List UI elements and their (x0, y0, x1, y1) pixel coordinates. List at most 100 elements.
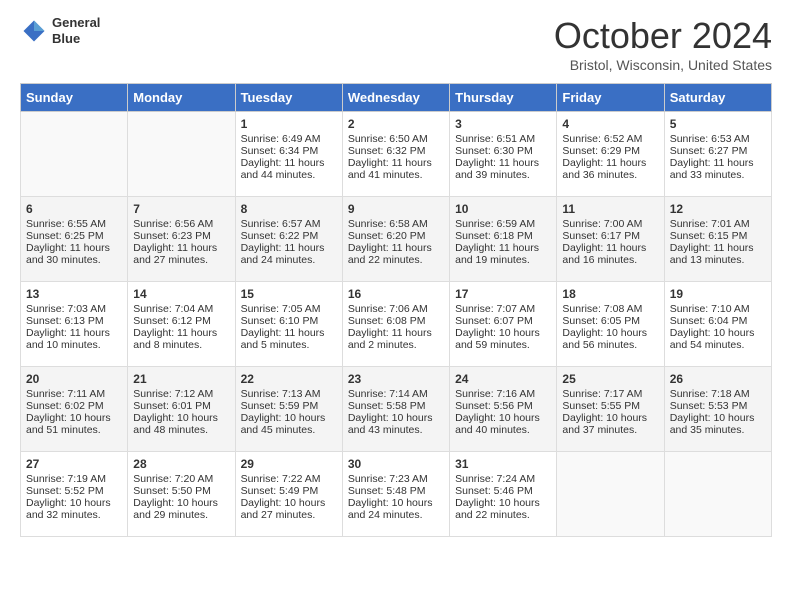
daylight-text: Daylight: 10 hours and 59 minutes. (455, 327, 551, 351)
calendar-cell: 15Sunrise: 7:05 AMSunset: 6:10 PMDayligh… (235, 282, 342, 367)
day-number: 7 (133, 202, 229, 216)
sunset-text: Sunset: 6:32 PM (348, 145, 444, 157)
calendar-cell: 30Sunrise: 7:23 AMSunset: 5:48 PMDayligh… (342, 452, 449, 537)
day-number: 16 (348, 287, 444, 301)
sunset-text: Sunset: 5:55 PM (562, 400, 658, 412)
calendar-cell: 6Sunrise: 6:55 AMSunset: 6:25 PMDaylight… (21, 197, 128, 282)
logo: General Blue (20, 15, 100, 46)
page-header: General Blue October 2024 Bristol, Wisco… (20, 15, 772, 73)
sunrise-text: Sunrise: 7:04 AM (133, 303, 229, 315)
sunrise-text: Sunrise: 7:19 AM (26, 473, 122, 485)
daylight-text: Daylight: 10 hours and 37 minutes. (562, 412, 658, 436)
calendar-cell: 7Sunrise: 6:56 AMSunset: 6:23 PMDaylight… (128, 197, 235, 282)
logo-icon (20, 17, 48, 45)
sunrise-text: Sunrise: 6:52 AM (562, 133, 658, 145)
daylight-text: Daylight: 11 hours and 2 minutes. (348, 327, 444, 351)
calendar-cell: 22Sunrise: 7:13 AMSunset: 5:59 PMDayligh… (235, 367, 342, 452)
calendar-cell: 13Sunrise: 7:03 AMSunset: 6:13 PMDayligh… (21, 282, 128, 367)
sunrise-text: Sunrise: 6:55 AM (26, 218, 122, 230)
sunset-text: Sunset: 5:50 PM (133, 485, 229, 497)
calendar-cell: 18Sunrise: 7:08 AMSunset: 6:05 PMDayligh… (557, 282, 664, 367)
month-title: October 2024 (554, 15, 772, 57)
day-number: 24 (455, 372, 551, 386)
sunset-text: Sunset: 6:34 PM (241, 145, 337, 157)
day-number: 11 (562, 202, 658, 216)
week-row-1: 1Sunrise: 6:49 AMSunset: 6:34 PMDaylight… (21, 112, 772, 197)
sunrise-text: Sunrise: 7:05 AM (241, 303, 337, 315)
sunrise-text: Sunrise: 7:14 AM (348, 388, 444, 400)
calendar-cell: 11Sunrise: 7:00 AMSunset: 6:17 PMDayligh… (557, 197, 664, 282)
column-header-thursday: Thursday (450, 84, 557, 112)
column-header-sunday: Sunday (21, 84, 128, 112)
day-number: 5 (670, 117, 766, 131)
day-number: 8 (241, 202, 337, 216)
daylight-text: Daylight: 11 hours and 27 minutes. (133, 242, 229, 266)
week-row-5: 27Sunrise: 7:19 AMSunset: 5:52 PMDayligh… (21, 452, 772, 537)
day-number: 30 (348, 457, 444, 471)
location: Bristol, Wisconsin, United States (554, 57, 772, 73)
sunset-text: Sunset: 6:05 PM (562, 315, 658, 327)
daylight-text: Daylight: 10 hours and 24 minutes. (348, 497, 444, 521)
column-header-monday: Monday (128, 84, 235, 112)
calendar-cell: 9Sunrise: 6:58 AMSunset: 6:20 PMDaylight… (342, 197, 449, 282)
day-number: 25 (562, 372, 658, 386)
day-number: 3 (455, 117, 551, 131)
daylight-text: Daylight: 10 hours and 35 minutes. (670, 412, 766, 436)
daylight-text: Daylight: 10 hours and 40 minutes. (455, 412, 551, 436)
calendar-cell (664, 452, 771, 537)
sunrise-text: Sunrise: 7:03 AM (26, 303, 122, 315)
day-number: 19 (670, 287, 766, 301)
daylight-text: Daylight: 11 hours and 24 minutes. (241, 242, 337, 266)
sunset-text: Sunset: 6:10 PM (241, 315, 337, 327)
sunrise-text: Sunrise: 7:17 AM (562, 388, 658, 400)
sunset-text: Sunset: 6:27 PM (670, 145, 766, 157)
sunrise-text: Sunrise: 6:58 AM (348, 218, 444, 230)
calendar-cell: 2Sunrise: 6:50 AMSunset: 6:32 PMDaylight… (342, 112, 449, 197)
calendar-cell: 20Sunrise: 7:11 AMSunset: 6:02 PMDayligh… (21, 367, 128, 452)
day-number: 28 (133, 457, 229, 471)
column-header-friday: Friday (557, 84, 664, 112)
sunset-text: Sunset: 6:01 PM (133, 400, 229, 412)
daylight-text: Daylight: 10 hours and 51 minutes. (26, 412, 122, 436)
daylight-text: Daylight: 11 hours and 5 minutes. (241, 327, 337, 351)
calendar-cell: 10Sunrise: 6:59 AMSunset: 6:18 PMDayligh… (450, 197, 557, 282)
calendar-cell: 25 Sunrise: 7:17 AMSunset: 5:55 PMDayligh… (557, 367, 664, 452)
sunset-text: Sunset: 5:58 PM (348, 400, 444, 412)
daylight-text: Daylight: 10 hours and 48 minutes. (133, 412, 229, 436)
sunset-text: Sunset: 6:13 PM (26, 315, 122, 327)
sunset-text: Sunset: 5:49 PM (241, 485, 337, 497)
sunset-text: Sunset: 6:15 PM (670, 230, 766, 242)
calendar-cell: 19Sunrise: 7:10 AMSunset: 6:04 PMDayligh… (664, 282, 771, 367)
sunset-text: Sunset: 6:30 PM (455, 145, 551, 157)
sunset-text: Sunset: 6:23 PM (133, 230, 229, 242)
sunset-text: Sunset: 5:46 PM (455, 485, 551, 497)
day-number: 18 (562, 287, 658, 301)
sunset-text: Sunset: 5:59 PM (241, 400, 337, 412)
sunset-text: Sunset: 6:04 PM (670, 315, 766, 327)
sunrise-text: Sunrise: 6:51 AM (455, 133, 551, 145)
day-number: 26 (670, 372, 766, 386)
sunset-text: Sunset: 6:25 PM (26, 230, 122, 242)
day-number: 12 (670, 202, 766, 216)
sunset-text: Sunset: 6:08 PM (348, 315, 444, 327)
daylight-text: Daylight: 11 hours and 16 minutes. (562, 242, 658, 266)
daylight-text: Daylight: 11 hours and 10 minutes. (26, 327, 122, 351)
daylight-text: Daylight: 11 hours and 19 minutes. (455, 242, 551, 266)
logo-text: General Blue (52, 15, 100, 46)
daylight-text: Daylight: 10 hours and 45 minutes. (241, 412, 337, 436)
sunrise-text: Sunrise: 6:53 AM (670, 133, 766, 145)
sunset-text: Sunset: 6:20 PM (348, 230, 444, 242)
calendar-cell: 23Sunrise: 7:14 AMSunset: 5:58 PMDayligh… (342, 367, 449, 452)
daylight-text: Daylight: 11 hours and 36 minutes. (562, 157, 658, 181)
sunset-text: Sunset: 6:07 PM (455, 315, 551, 327)
week-row-3: 13Sunrise: 7:03 AMSunset: 6:13 PMDayligh… (21, 282, 772, 367)
calendar-cell: 28Sunrise: 7:20 AMSunset: 5:50 PMDayligh… (128, 452, 235, 537)
sunset-text: Sunset: 5:52 PM (26, 485, 122, 497)
calendar-cell: 17Sunrise: 7:07 AMSunset: 6:07 PMDayligh… (450, 282, 557, 367)
calendar-cell: 24Sunrise: 7:16 AMSunset: 5:56 PMDayligh… (450, 367, 557, 452)
calendar-cell: 27Sunrise: 7:19 AMSunset: 5:52 PMDayligh… (21, 452, 128, 537)
daylight-text: Daylight: 10 hours and 56 minutes. (562, 327, 658, 351)
calendar-cell: 12Sunrise: 7:01 AMSunset: 6:15 PMDayligh… (664, 197, 771, 282)
column-header-tuesday: Tuesday (235, 84, 342, 112)
sunset-text: Sunset: 5:48 PM (348, 485, 444, 497)
